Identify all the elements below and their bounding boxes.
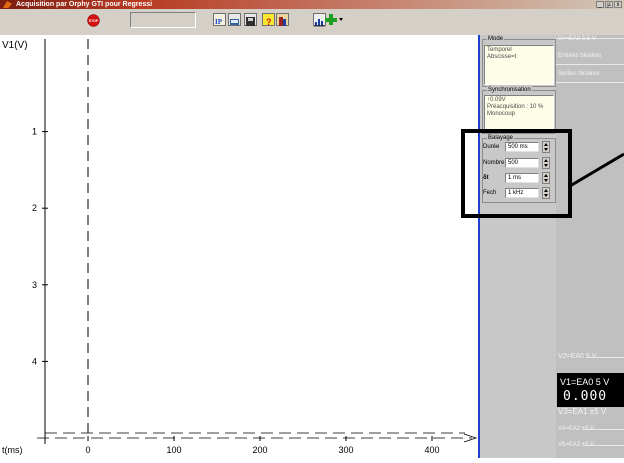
calibration-icon[interactable] <box>276 13 289 26</box>
window-controls: _ µ x <box>596 0 624 9</box>
sorties-binaires[interactable]: Sorties binaires <box>558 70 599 78</box>
status-field <box>130 12 196 28</box>
mode-info[interactable]: Temporel Abscisse=t <box>484 45 554 85</box>
plot-area[interactable]: 4 3 2 1 0 100 200 300 400 V1(V) t(ms) <box>0 35 478 458</box>
close-button[interactable]: x <box>614 1 622 8</box>
strip-divider <box>584 445 624 446</box>
sync-line-3: Monocoup <box>487 111 516 117</box>
channel-v3[interactable]: V3=EA1 ±5 V <box>558 408 606 416</box>
help-icon[interactable]: ? <box>262 13 275 27</box>
add-channel-icon[interactable] <box>325 13 344 26</box>
x-tick-label: 300 <box>338 445 353 455</box>
pointer-line <box>570 152 624 188</box>
strip-divider <box>556 82 624 83</box>
highlight-frame <box>461 129 572 218</box>
v1-display[interactable]: V1=EA0 5 V 0.000 <box>557 373 624 407</box>
stop-icon: STOP <box>87 14 100 27</box>
minimize-button[interactable]: _ <box>596 1 604 8</box>
window-title: Acquisition par Orphy GTI pour Regressi <box>16 1 153 8</box>
mode-line-2: Abscisse=t <box>487 54 517 60</box>
y-tick-label: 2 <box>32 203 37 213</box>
strip-divider <box>586 357 624 358</box>
svg-text:STOP: STOP <box>89 19 99 23</box>
x-tick-label: 0 <box>85 445 90 455</box>
strip-divider <box>556 64 624 65</box>
entrees-binaires[interactable]: Entrées binaires <box>558 52 601 60</box>
y-tick-label: 4 <box>32 356 37 366</box>
sync-info[interactable]: ↑0.09V Préacquisition : 10 % Monocoup <box>484 95 554 132</box>
mode-group-title: Mode <box>487 35 505 43</box>
sync-line-2: Préacquisition : 10 % <box>487 104 544 110</box>
y-tick-label: 1 <box>32 127 37 137</box>
restore-button[interactable]: µ <box>605 1 613 8</box>
save-disk-icon[interactable] <box>244 13 257 26</box>
v1-value: 0.000 <box>563 389 608 404</box>
ip-icon[interactable]: IP <box>213 13 226 26</box>
chart: 4 3 2 1 0 100 200 300 400 V1(V) t(ms) <box>2 39 478 455</box>
svg-text:IP: IP <box>215 18 223 26</box>
v1-channel-label: V1=EA0 5 V <box>560 377 610 387</box>
strip-divider <box>584 429 624 430</box>
mode-line-1: Temporel <box>487 47 512 53</box>
open-folder-icon[interactable] <box>228 13 241 26</box>
settings-panel: Mode Temporel Abscisse=t Synchronisation… <box>478 35 556 458</box>
x-axis-label: t(ms) <box>2 445 23 455</box>
y-tick-label: 3 <box>32 280 37 290</box>
x-tick-label: 400 <box>424 445 439 455</box>
x-tick-label: 200 <box>252 445 267 455</box>
sync-group-title: Synchronisation <box>487 86 532 94</box>
y-axis-label: V1(V) <box>2 40 28 51</box>
channel-v0[interactable]: V≠=EA0 0.5 V <box>558 35 596 43</box>
svg-text:?: ? <box>266 17 272 27</box>
sync-line-1: ↑0.09V <box>487 97 506 103</box>
x-tick-label: 100 <box>166 445 181 455</box>
stop-button[interactable]: STOP <box>87 14 100 27</box>
